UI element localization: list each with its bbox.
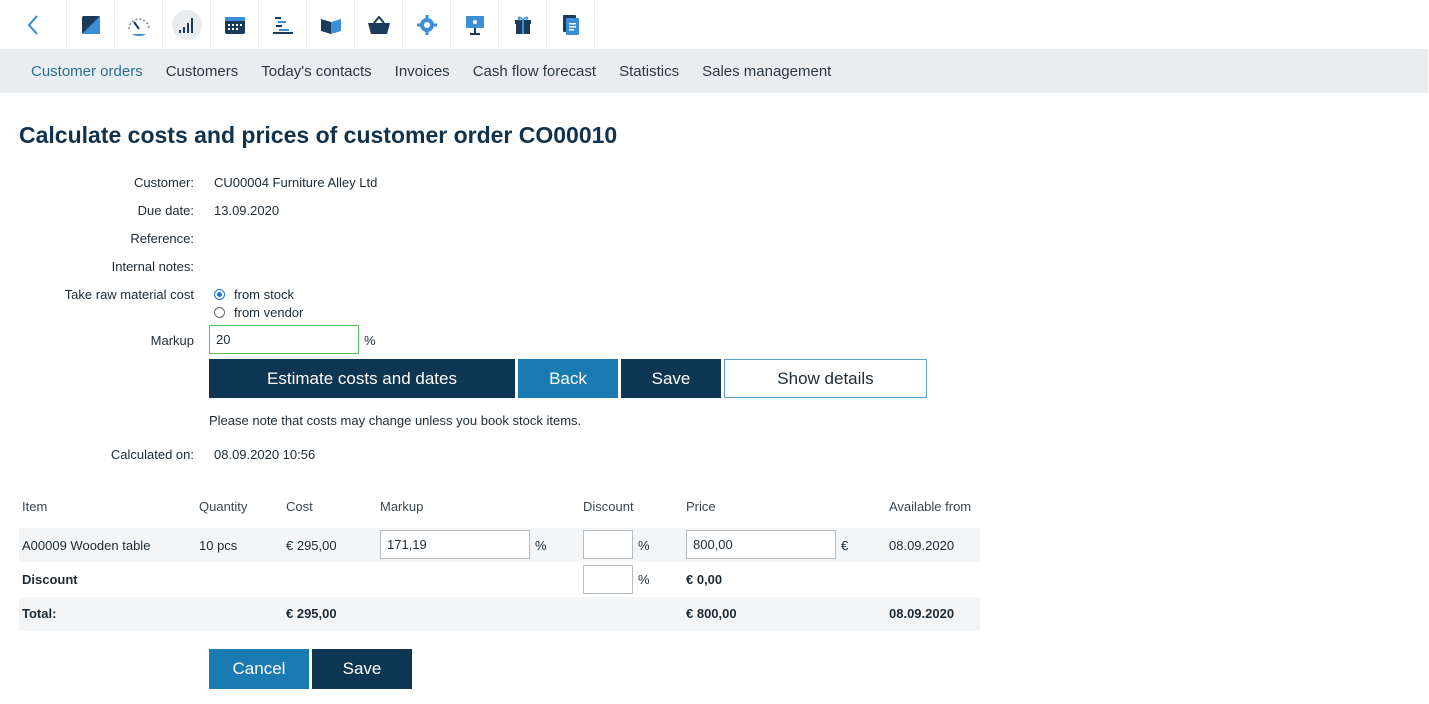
settings-module-button[interactable] — [403, 0, 451, 49]
radio-from-stock-label: from stock — [234, 287, 294, 302]
radio-from-vendor[interactable]: from vendor — [214, 305, 303, 320]
total-discount-percent: % — [638, 572, 650, 587]
column-header-discount: Discount — [583, 499, 634, 514]
item-name: A00009 Wooden table — [22, 538, 151, 553]
tab-statistics[interactable]: Statistics — [619, 63, 679, 80]
radio-from-stock[interactable]: from stock — [214, 287, 294, 302]
book-icon — [320, 18, 341, 34]
sales-subnav: Customer orders Customers Today's contac… — [0, 49, 1428, 93]
back-button[interactable] — [0, 0, 67, 49]
column-header-quantity: Quantity — [199, 499, 248, 514]
total-label: Total: — [22, 606, 57, 621]
customer-label: Customer: — [134, 175, 194, 190]
tab-customer-orders[interactable]: Customer orders — [31, 63, 143, 80]
tab-cash-flow-forecast[interactable]: Cash flow forecast — [473, 63, 596, 80]
total-cost: € 295,00 — [286, 606, 337, 621]
item-quantity: 10 pcs — [199, 538, 238, 553]
gift-icon — [514, 16, 531, 34]
notes-icon — [81, 15, 100, 34]
speedometer-icon — [127, 17, 150, 36]
due-date-label: Due date: — [137, 203, 194, 218]
item-available-from: 08.09.2020 — [889, 538, 955, 553]
dashboard-module-button[interactable] — [115, 0, 163, 49]
table-row: A00009 Wooden table 10 pcs € 295,00 171,… — [19, 528, 980, 562]
gift-module-button[interactable] — [499, 0, 547, 49]
module-icon-bar — [0, 0, 1429, 49]
presentation-icon — [465, 15, 484, 35]
discount-row-label: Discount — [22, 572, 78, 587]
item-cost: € 295,00 — [286, 538, 337, 553]
active-indicator — [171, 9, 202, 40]
chevron-left-icon — [27, 14, 38, 35]
tab-todays-contacts[interactable]: Today's contacts — [261, 63, 371, 80]
page-title: Calculate costs and prices of customer o… — [19, 122, 618, 148]
tab-customers[interactable]: Customers — [166, 63, 239, 80]
item-markup-percent: % — [535, 538, 547, 553]
discount-row: Discount % € 0,00 — [19, 562, 980, 597]
column-header-available-from: Available from — [889, 499, 972, 514]
raw-material-cost-label: Take raw material cost — [64, 287, 194, 302]
total-available-from: 08.09.2020 — [889, 606, 955, 621]
column-header-price: Price — [686, 499, 716, 514]
discount-amount: € 0,00 — [686, 572, 723, 587]
back-text-button[interactable]: Back — [518, 359, 618, 398]
save-bottom-button[interactable]: Save — [312, 649, 412, 689]
item-discount-percent: % — [638, 538, 650, 553]
documents-module-button[interactable] — [547, 0, 595, 49]
cancel-button[interactable]: Cancel — [209, 649, 309, 689]
markup-input[interactable]: 20 — [209, 325, 359, 354]
item-discount-input[interactable] — [583, 530, 633, 559]
internal-notes-label: Internal notes: — [111, 259, 194, 274]
radio-button-checked[interactable] — [214, 289, 225, 300]
calendar-icon — [224, 17, 245, 34]
column-header-markup: Markup — [380, 499, 424, 514]
total-discount-input[interactable] — [583, 565, 633, 594]
estimate-costs-button[interactable]: Estimate costs and dates — [209, 359, 515, 398]
gantt-icon — [272, 16, 293, 34]
calculated-on-value: 08.09.2020 10:56 — [214, 447, 316, 462]
column-header-cost: Cost — [286, 499, 313, 514]
tab-invoices[interactable]: Invoices — [395, 63, 450, 80]
basket-icon — [367, 15, 390, 34]
calendar-module-button[interactable] — [211, 0, 259, 49]
cost-change-note: Please note that costs may change unless… — [209, 413, 582, 428]
item-price-input[interactable]: 800,00 — [686, 530, 836, 559]
item-price-currency: € — [841, 538, 849, 553]
presentation-module-button[interactable] — [451, 0, 499, 49]
notes-module-button[interactable] — [67, 0, 115, 49]
calculated-on-label: Calculated on: — [110, 447, 194, 462]
item-markup-input[interactable]: 171,19 — [380, 530, 530, 559]
column-header-item: Item — [22, 499, 48, 514]
purchasing-module-button[interactable] — [355, 0, 403, 49]
total-row: Total: € 295,00 € 800,00 08.09.2020 — [19, 597, 980, 631]
bar-chart-icon — [178, 17, 193, 33]
due-date-value: 13.09.2020 — [214, 203, 280, 218]
gear-icon — [416, 14, 437, 35]
document-icon — [562, 14, 579, 35]
tab-sales-management[interactable]: Sales management — [702, 63, 831, 80]
show-details-button[interactable]: Show details — [724, 359, 927, 398]
reference-label: Reference: — [130, 231, 194, 246]
radio-from-vendor-label: from vendor — [234, 305, 304, 320]
catalog-module-button[interactable] — [307, 0, 355, 49]
customer-value: CU00004 Furniture Alley Ltd — [214, 175, 378, 190]
total-price: € 800,00 — [686, 606, 737, 621]
markup-percent-sign: % — [364, 333, 376, 348]
sales-module-button[interactable] — [163, 0, 211, 49]
radio-button-unchecked[interactable] — [214, 307, 225, 318]
planning-module-button[interactable] — [259, 0, 307, 49]
save-button[interactable]: Save — [621, 359, 721, 398]
markup-label: Markup — [150, 333, 194, 348]
